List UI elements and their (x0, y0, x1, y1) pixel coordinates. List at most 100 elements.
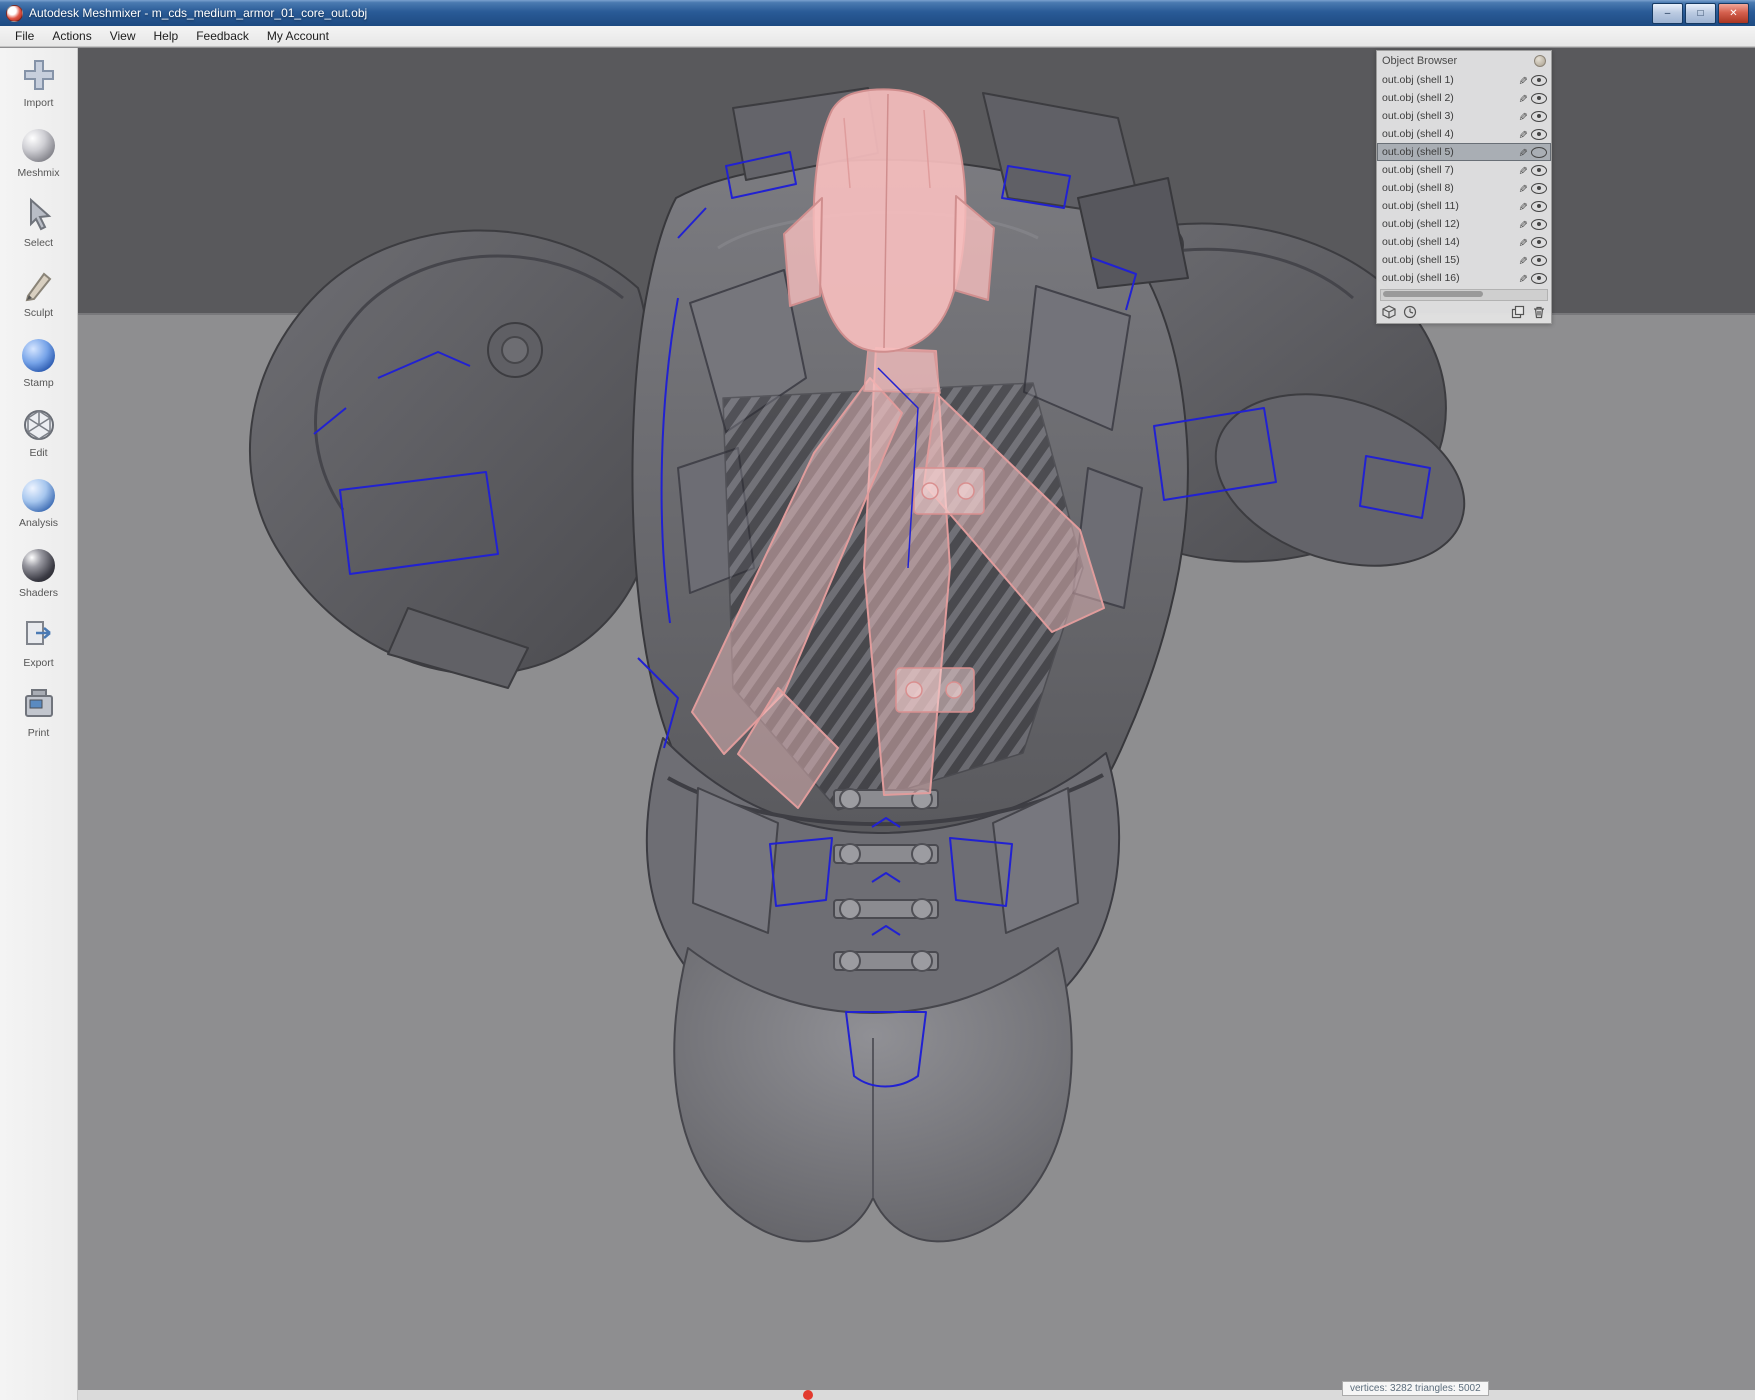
cube-view-icon[interactable] (1382, 304, 1396, 322)
window-controls: – □ ✕ (1652, 2, 1749, 24)
shell-label: out.obj (shell 11) (1382, 200, 1459, 212)
close-button[interactable]: ✕ (1718, 2, 1749, 24)
tool-label: Edit (29, 447, 48, 459)
export-icon (20, 616, 58, 654)
visibility-eye-icon[interactable] (1531, 110, 1547, 122)
edit-shell-icon[interactable]: ✎ (1516, 255, 1529, 264)
shell-label: out.obj (shell 7) (1382, 164, 1454, 176)
visibility-eye-icon[interactable] (1531, 146, 1547, 158)
window-title: Autodesk Meshmixer - m_cds_medium_armor_… (29, 6, 368, 20)
record-indicator-dot (803, 1390, 813, 1400)
edit-icon (20, 406, 58, 444)
menu-my-account[interactable]: My Account (258, 27, 338, 45)
tool-label: Shaders (18, 587, 59, 599)
tool-edit[interactable]: Edit (0, 406, 77, 459)
shell-row[interactable]: out.obj (shell 7) ✎ (1377, 161, 1551, 179)
edit-shell-icon[interactable]: ✎ (1516, 129, 1529, 138)
tool-import[interactable]: Import (0, 56, 77, 109)
minimize-button[interactable]: – (1652, 2, 1683, 24)
tool-label: Export (23, 657, 54, 669)
visibility-eye-icon[interactable] (1531, 74, 1547, 86)
edit-shell-icon[interactable]: ✎ (1516, 147, 1529, 156)
shell-row[interactable]: out.obj (shell 12) ✎ (1377, 215, 1551, 233)
stamp-icon (20, 336, 58, 374)
shell-label: out.obj (shell 12) (1382, 218, 1460, 230)
object-browser-footer (1377, 303, 1551, 323)
shell-row[interactable]: out.obj (shell 3) ✎ (1377, 107, 1551, 125)
tool-label: Sculpt (23, 307, 54, 319)
edit-shell-icon[interactable]: ✎ (1516, 219, 1529, 228)
shell-row[interactable]: out.obj (shell 4) ✎ (1377, 125, 1551, 143)
duplicate-icon[interactable] (1511, 305, 1525, 322)
shell-label: out.obj (shell 8) (1382, 182, 1454, 194)
object-browser-panel: Object Browser out.obj (shell 1) ✎ out.o… (1376, 50, 1552, 324)
tool-print[interactable]: Print (0, 686, 77, 739)
object-browser-title: Object Browser (1382, 55, 1458, 67)
edit-shell-icon[interactable]: ✎ (1516, 201, 1529, 210)
menu-view[interactable]: View (101, 27, 145, 45)
menubar: File Actions View Help Feedback My Accou… (0, 26, 1755, 47)
history-clock-icon[interactable] (1403, 305, 1417, 322)
edit-shell-icon[interactable]: ✎ (1516, 165, 1529, 174)
tool-label: Meshmix (17, 167, 60, 179)
edit-shell-icon[interactable]: ✎ (1516, 75, 1529, 84)
tool-label: Import (23, 97, 54, 109)
shell-label: out.obj (shell 5) (1382, 146, 1454, 158)
menu-file[interactable]: File (6, 27, 43, 45)
shell-row[interactable]: out.obj (shell 8) ✎ (1377, 179, 1551, 197)
shell-label: out.obj (shell 3) (1382, 110, 1454, 122)
panel-close-icon[interactable] (1534, 55, 1546, 67)
shell-label: out.obj (shell 14) (1382, 236, 1460, 248)
visibility-eye-icon[interactable] (1531, 272, 1547, 284)
visibility-eye-icon[interactable] (1531, 164, 1547, 176)
edit-shell-icon[interactable]: ✎ (1516, 273, 1529, 282)
titlebar[interactable]: Autodesk Meshmixer - m_cds_medium_armor_… (0, 0, 1755, 26)
print-icon (20, 686, 58, 724)
edit-shell-icon[interactable]: ✎ (1516, 183, 1529, 192)
tool-meshmix[interactable]: Meshmix (0, 126, 77, 179)
tool-analysis[interactable]: Analysis (0, 476, 77, 529)
edit-shell-icon[interactable]: ✎ (1516, 93, 1529, 102)
menu-actions[interactable]: Actions (43, 27, 100, 45)
edit-shell-icon[interactable]: ✎ (1516, 111, 1529, 120)
maximize-button[interactable]: □ (1685, 2, 1716, 24)
mesh-stats-tooltip: vertices: 3282 triangles: 5002 (1342, 1381, 1489, 1396)
visibility-eye-icon[interactable] (1531, 218, 1547, 230)
delete-trash-icon[interactable] (1532, 305, 1546, 322)
select-icon (20, 196, 58, 234)
shell-row[interactable]: out.obj (shell 1) ✎ (1377, 71, 1551, 89)
visibility-eye-icon[interactable] (1531, 128, 1547, 140)
shell-row[interactable]: out.obj (shell 16) ✎ (1377, 269, 1551, 287)
shell-row[interactable]: out.obj (shell 15) ✎ (1377, 251, 1551, 269)
edit-shell-icon[interactable]: ✎ (1516, 237, 1529, 246)
object-browser-scrollbar[interactable] (1380, 289, 1548, 301)
object-browser-header: Object Browser (1377, 51, 1551, 71)
tool-select[interactable]: Select (0, 196, 77, 249)
shell-label: out.obj (shell 16) (1382, 272, 1460, 284)
visibility-eye-icon[interactable] (1531, 92, 1547, 104)
menu-help[interactable]: Help (145, 27, 188, 45)
tool-shaders[interactable]: Shaders (0, 546, 77, 599)
shaders-icon (20, 546, 58, 584)
tool-sculpt[interactable]: Sculpt (0, 266, 77, 319)
tool-label: Print (27, 727, 50, 739)
visibility-eye-icon[interactable] (1531, 182, 1547, 194)
analysis-icon (20, 476, 58, 514)
visibility-eye-icon[interactable] (1531, 254, 1547, 266)
tool-label: Analysis (18, 517, 59, 529)
shell-row[interactable]: out.obj (shell 2) ✎ (1377, 89, 1551, 107)
shell-row[interactable]: out.obj (shell 14) ✎ (1377, 233, 1551, 251)
tool-export[interactable]: Export (0, 616, 77, 669)
visibility-eye-icon[interactable] (1531, 200, 1547, 212)
tool-label: Select (23, 237, 54, 249)
shell-row[interactable]: out.obj (shell 11) ✎ (1377, 197, 1551, 215)
meshmix-icon (20, 126, 58, 164)
shell-row-selected[interactable]: out.obj (shell 5) ✎ (1377, 143, 1551, 161)
menu-feedback[interactable]: Feedback (187, 27, 258, 45)
tool-stamp[interactable]: Stamp (0, 336, 77, 389)
scrollbar-thumb[interactable] (1383, 291, 1483, 297)
visibility-eye-icon[interactable] (1531, 236, 1547, 248)
viewport-bottom-strip (78, 1390, 1755, 1400)
shell-label: out.obj (shell 1) (1382, 74, 1454, 86)
main-toolbar: Import Meshmix Select Sculpt Stamp Edit … (0, 48, 78, 1400)
